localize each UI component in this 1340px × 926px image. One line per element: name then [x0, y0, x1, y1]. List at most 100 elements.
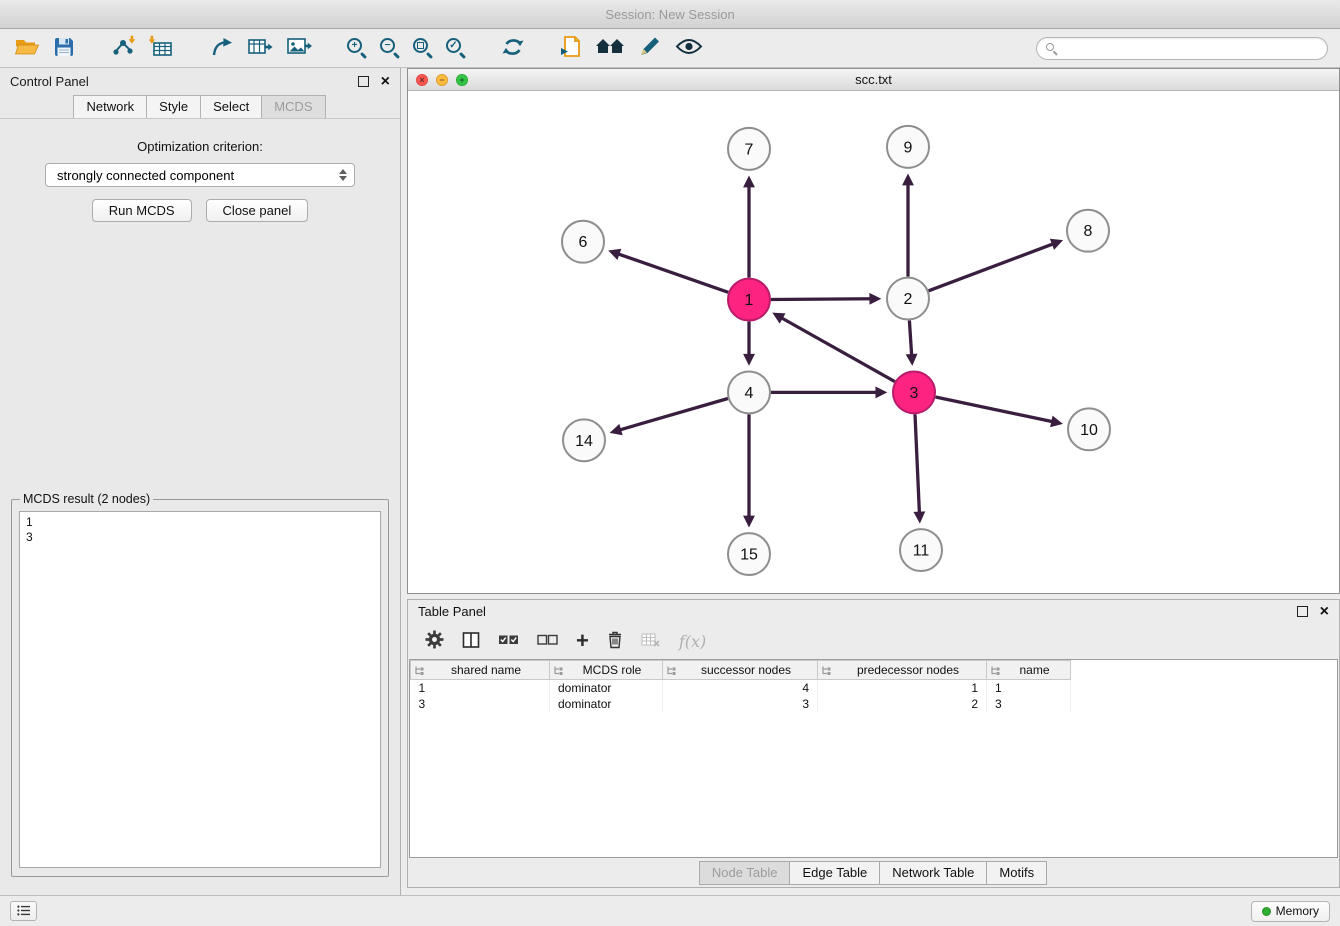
table-cell[interactable]: 2 — [818, 696, 987, 712]
table-cell[interactable]: 4 — [663, 680, 818, 697]
edge-2-3[interactable] — [909, 321, 911, 358]
task-history-button[interactable] — [10, 901, 37, 921]
table-tabs: Node TableEdge TableNetwork TableMotifs — [408, 858, 1339, 887]
node-6[interactable]: 6 — [562, 221, 604, 263]
zoom-in-button[interactable]: + — [345, 33, 369, 63]
column-header-name[interactable]: name — [987, 661, 1071, 680]
maximize-window-icon[interactable]: + — [456, 74, 468, 86]
tab-select[interactable]: Select — [200, 95, 262, 119]
column-header-mcds-role[interactable]: MCDS role — [550, 661, 663, 680]
column-type-icon — [414, 665, 424, 676]
table-cell[interactable]: dominator — [550, 680, 663, 697]
close-control-panel-icon[interactable]: × — [381, 74, 390, 90]
edge-1-2[interactable] — [771, 299, 873, 300]
float-panel-icon[interactable] — [358, 76, 369, 87]
edge-2-8[interactable] — [929, 243, 1056, 291]
column-header-successor-nodes[interactable]: successor nodes — [663, 661, 818, 680]
edge-3-10[interactable] — [936, 397, 1055, 422]
deselect-all-button[interactable] — [537, 634, 558, 649]
svg-text:14: 14 — [575, 433, 593, 450]
column-type-icon — [553, 665, 563, 676]
node-15[interactable]: 15 — [728, 533, 770, 575]
table-row[interactable]: 3dominator323 — [411, 696, 1071, 712]
node-10[interactable]: 10 — [1068, 408, 1110, 450]
search-box[interactable] — [1036, 37, 1328, 60]
fx-icon: f(x) — [679, 632, 706, 651]
node-3[interactable]: 3 — [893, 371, 935, 413]
edge-3-11[interactable] — [915, 414, 920, 515]
tab-edge-table[interactable]: Edge Table — [789, 861, 880, 885]
tab-network-table[interactable]: Network Table — [879, 861, 987, 885]
zoom-selected-button[interactable]: ✓ — [444, 33, 468, 63]
save-session-button[interactable] — [51, 33, 77, 63]
table-cell[interactable]: 3 — [987, 696, 1071, 712]
tab-motifs[interactable]: Motifs — [986, 861, 1047, 885]
zoom-fit-button[interactable] — [411, 33, 435, 63]
first-neighbors-button[interactable] — [593, 33, 627, 63]
table-settings-button[interactable] — [425, 630, 444, 652]
tab-style[interactable]: Style — [146, 95, 201, 119]
import-table-button[interactable] — [147, 33, 177, 63]
table-cell[interactable]: 3 — [663, 696, 818, 712]
export-network-button[interactable] — [208, 33, 236, 63]
table-cell[interactable]: 3 — [411, 696, 550, 712]
show-column-button[interactable] — [462, 631, 480, 652]
table-cell[interactable]: 1 — [411, 680, 550, 697]
run-mcds-button[interactable]: Run MCDS — [92, 199, 192, 222]
search-input[interactable] — [1063, 40, 1318, 56]
table-cell[interactable]: dominator — [550, 696, 663, 712]
svg-text:7: 7 — [745, 141, 754, 158]
open-folder-icon — [14, 36, 40, 61]
export-table-button[interactable] — [245, 33, 275, 63]
tab-node-table[interactable]: Node Table — [699, 861, 791, 885]
node-11[interactable]: 11 — [900, 529, 942, 571]
export-image-button[interactable] — [284, 33, 314, 63]
function-builder-button[interactable]: f(x) — [679, 632, 706, 651]
mcds-result-text[interactable]: 13 — [19, 511, 381, 868]
edge-4-14[interactable] — [618, 398, 728, 430]
node-1[interactable]: 1 — [728, 279, 770, 321]
tab-mcds[interactable]: MCDS — [261, 95, 325, 119]
svg-text:11: 11 — [913, 543, 930, 560]
refresh-layout-button[interactable] — [499, 33, 527, 63]
float-table-panel-icon[interactable] — [1297, 606, 1308, 617]
tab-network[interactable]: Network — [73, 95, 147, 119]
show-hide-button[interactable] — [673, 33, 705, 63]
table-row[interactable]: 1dominator411 — [411, 680, 1071, 697]
window-title: Session: New Session — [605, 7, 734, 22]
node-2[interactable]: 2 — [887, 278, 929, 320]
table-cell[interactable]: 1 — [818, 680, 987, 697]
select-all-button[interactable] — [498, 634, 519, 649]
minimize-window-icon[interactable]: − — [436, 74, 448, 86]
node-4[interactable]: 4 — [728, 371, 770, 413]
window-titlebar[interactable]: Session: New Session — [0, 0, 1340, 29]
mcds-result-title: MCDS result (2 nodes) — [20, 492, 153, 506]
memory-button[interactable]: Memory — [1251, 901, 1330, 922]
close-table-panel-icon[interactable]: × — [1320, 604, 1329, 620]
edge-3-1[interactable] — [780, 317, 895, 382]
node-8[interactable]: 8 — [1067, 210, 1109, 252]
node-9[interactable]: 9 — [887, 126, 929, 168]
criterion-dropdown[interactable]: strongly connected component — [45, 163, 355, 187]
close-window-icon[interactable]: × — [416, 74, 428, 86]
close-panel-button[interactable]: Close panel — [206, 199, 309, 222]
delete-table-button[interactable] — [641, 632, 661, 651]
network-window: × − + scc.txt 7 9 6 8 1 2 4 3 14 10 15 11 — [407, 68, 1340, 594]
save-icon — [53, 36, 75, 61]
open-session-button[interactable] — [12, 33, 42, 63]
node-table: shared nameMCDS rolesuccessor nodesprede… — [409, 659, 1338, 858]
column-header-shared-name[interactable]: shared name — [411, 661, 550, 680]
delete-column-button[interactable] — [607, 630, 623, 652]
add-column-button[interactable]: + — [576, 630, 589, 652]
clone-network-button[interactable] — [558, 33, 584, 63]
zoom-out-button[interactable]: − — [378, 33, 402, 63]
node-7[interactable]: 7 — [728, 128, 770, 170]
annotation-pen-button[interactable] — [636, 33, 664, 63]
network-window-titlebar[interactable]: × − + scc.txt — [408, 69, 1339, 91]
table-cell[interactable]: 1 — [987, 680, 1071, 697]
edge-1-6[interactable] — [616, 253, 728, 292]
import-network-button[interactable] — [108, 33, 138, 63]
node-14[interactable]: 14 — [563, 419, 605, 461]
network-canvas[interactable]: 7 9 6 8 1 2 4 3 14 10 15 11 — [408, 91, 1339, 593]
column-header-predecessor-nodes[interactable]: predecessor nodes — [818, 661, 987, 680]
